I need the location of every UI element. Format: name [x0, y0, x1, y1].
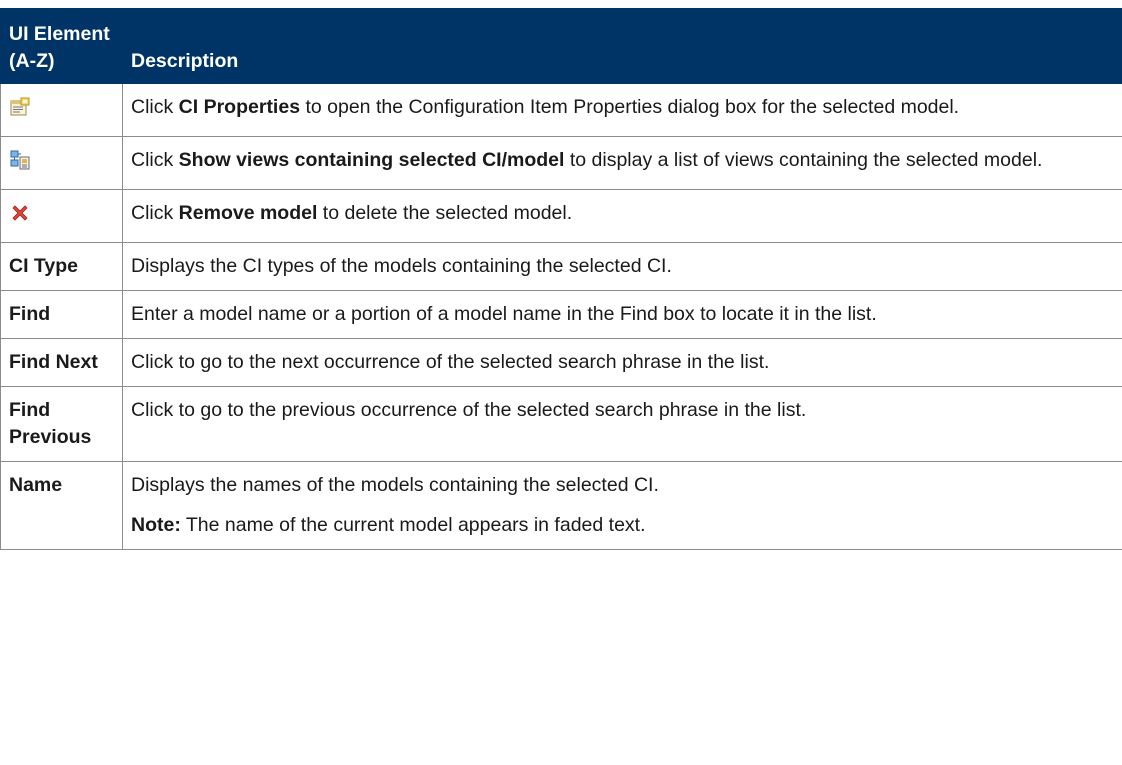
element-name: Name — [0, 461, 123, 550]
show-views-icon — [9, 149, 31, 171]
element-cell — [0, 83, 123, 137]
table-row: CI Type Displays the CI types of the mod… — [0, 242, 1122, 291]
description-cell: Displays the names of the models contain… — [122, 461, 1122, 550]
description-prefix: Click — [131, 149, 179, 171]
description-cell: Click to go to the next occurrence of th… — [122, 338, 1122, 387]
table-row: Find Next Click to go to the next occurr… — [0, 338, 1122, 387]
ci-properties-icon — [9, 96, 31, 118]
note-paragraph: Note: The name of the current model appe… — [131, 512, 1112, 539]
description-cell: Click to go to the previous occurrence o… — [122, 386, 1122, 462]
description-suffix: to display a list of views containing th… — [564, 149, 1043, 171]
table-row: Click CI Properties to open the Configur… — [0, 83, 1122, 137]
table-row: Click Remove model to delete the selecte… — [0, 189, 1122, 243]
description-text: Enter a model name or a portion of a mod… — [131, 303, 877, 325]
description-cell: Click Show views containing selected CI/… — [122, 136, 1122, 190]
description-cell: Displays the CI types of the models cont… — [122, 242, 1122, 291]
description-text: Displays the names of the models contain… — [131, 474, 659, 496]
description-suffix: to delete the selected model. — [317, 202, 573, 224]
description-cell: Enter a model name or a portion of a mod… — [122, 290, 1122, 339]
description-cell: Click CI Properties to open the Configur… — [122, 83, 1122, 137]
note-text: The name of the current model appears in… — [180, 514, 646, 536]
element-cell — [0, 189, 123, 243]
description-bold-term: CI Properties — [178, 96, 301, 118]
table-row: Click Show views containing selected CI/… — [0, 136, 1122, 190]
description-bold-term: Show views containing selected CI/model — [178, 149, 565, 171]
description-prefix: Click — [131, 96, 179, 118]
note-label: Note: — [131, 514, 181, 536]
table-row: Name Displays the names of the models co… — [0, 461, 1122, 550]
ui-elements-table: UI Element (A-Z) Description Click CI Pr… — [0, 8, 1122, 550]
description-cell: Click Remove model to delete the selecte… — [122, 189, 1122, 243]
description-text: Click to go to the previous occurrence o… — [131, 399, 807, 421]
remove-model-icon — [9, 202, 31, 224]
table-header-row: UI Element (A-Z) Description — [0, 8, 1122, 84]
description-text: Displays the CI types of the models cont… — [131, 255, 672, 277]
header-description: Description — [122, 8, 1122, 84]
description-prefix: Click — [131, 202, 179, 224]
element-name: Find — [0, 290, 123, 339]
element-cell — [0, 136, 123, 190]
description-suffix: to open the Configuration Item Propertie… — [300, 96, 960, 118]
table-row: Find Enter a model name or a portion of … — [0, 290, 1122, 339]
table-row: Find Previous Click to go to the previou… — [0, 386, 1122, 462]
element-name: Find Previous — [0, 386, 123, 462]
description-text: Click to go to the next occurrence of th… — [131, 351, 770, 373]
description-bold-term: Remove model — [178, 202, 318, 224]
header-ui-element: UI Element (A-Z) — [0, 8, 123, 84]
element-name: CI Type — [0, 242, 123, 291]
element-name: Find Next — [0, 338, 123, 387]
